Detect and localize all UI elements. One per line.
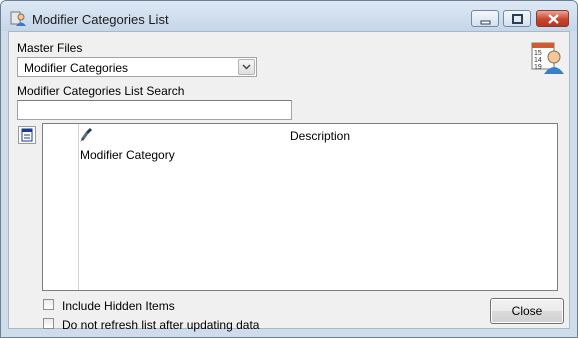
chevron-down-icon	[242, 64, 251, 70]
include-hidden-checkbox[interactable]	[43, 299, 54, 310]
svg-text:15: 15	[534, 50, 542, 57]
window-title: Modifier Categories List	[32, 12, 169, 27]
row-selector-column	[43, 124, 79, 290]
svg-text:14: 14	[534, 57, 542, 64]
minimize-button[interactable]	[471, 10, 499, 27]
close-button[interactable]: Close	[490, 298, 564, 324]
table-row[interactable]: Modifier Category	[80, 148, 175, 162]
calendar-user-icon: 15 14 19	[531, 42, 564, 74]
window: Modifier Categories List Master Files Mo…	[0, 0, 578, 338]
app-title-icon	[10, 11, 26, 26]
no-refresh-label: Do not refresh list after updating data	[62, 318, 260, 332]
no-refresh-checkbox[interactable]	[43, 318, 54, 329]
master-files-value: Modifier Categories	[24, 61, 129, 75]
close-window-button[interactable]	[536, 10, 569, 27]
include-hidden-label: Include Hidden Items	[62, 299, 175, 313]
svg-text:19: 19	[534, 64, 542, 71]
minimize-icon	[480, 20, 491, 25]
column-chooser-button[interactable]	[18, 126, 36, 144]
column-header-description[interactable]: Description	[290, 129, 350, 143]
search-label: Modifier Categories List Search	[17, 84, 185, 98]
columns-icon	[21, 128, 33, 142]
master-files-label: Master Files	[17, 41, 83, 55]
title-bar[interactable]: Modifier Categories List	[1, 1, 577, 31]
master-files-select[interactable]: Modifier Categories	[17, 57, 257, 77]
search-input[interactable]	[17, 100, 292, 120]
maximize-icon	[512, 14, 523, 24]
edit-brush-icon[interactable]	[78, 127, 94, 143]
dropdown-button[interactable]	[238, 59, 255, 75]
close-icon	[548, 14, 559, 24]
maximize-button[interactable]	[503, 10, 531, 27]
categories-grid[interactable]: Description Modifier Category	[42, 123, 558, 291]
dialog-body: Master Files Modifier Categories Modifie…	[8, 31, 570, 332]
